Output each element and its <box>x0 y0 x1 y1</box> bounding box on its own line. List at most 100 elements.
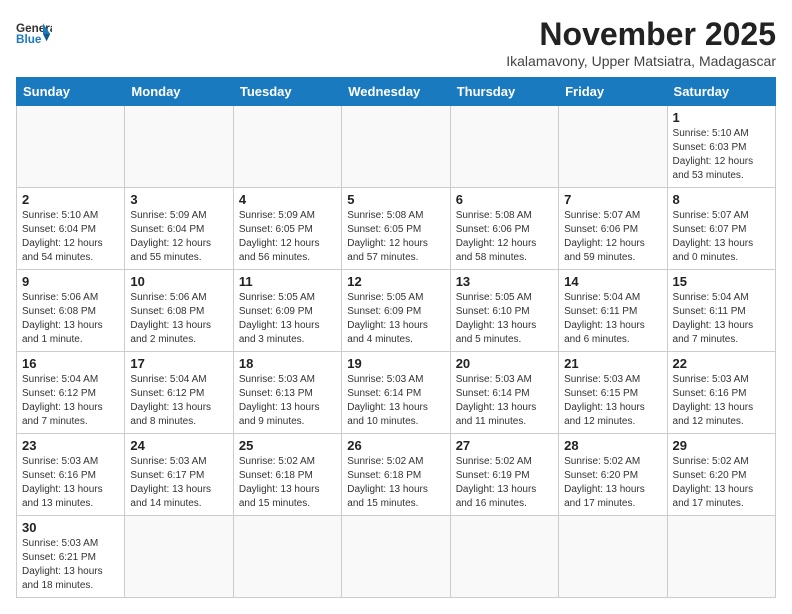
day-info: Sunrise: 5:03 AM Sunset: 6:15 PM Dayligh… <box>564 373 661 429</box>
weekday-header-friday: Friday <box>559 78 667 106</box>
calendar-cell: 29 Sunrise: 5:02 AM Sunset: 6:20 PM Dayli… <box>667 434 775 516</box>
day-number: 4 <box>239 192 336 207</box>
day-info: Sunrise: 5:03 AM Sunset: 6:16 PM Dayligh… <box>673 373 770 429</box>
day-info: Sunrise: 5:02 AM Sunset: 6:20 PM Dayligh… <box>564 455 661 511</box>
day-number: 10 <box>130 274 227 289</box>
day-number: 26 <box>347 438 444 453</box>
day-number: 30 <box>22 520 119 535</box>
day-info: Sunrise: 5:04 AM Sunset: 6:12 PM Dayligh… <box>130 373 227 429</box>
calendar-cell <box>667 516 775 598</box>
weekday-header-wednesday: Wednesday <box>342 78 450 106</box>
day-info: Sunrise: 5:09 AM Sunset: 6:05 PM Dayligh… <box>239 209 336 265</box>
calendar-cell <box>342 106 450 188</box>
day-number: 2 <box>22 192 119 207</box>
day-number: 22 <box>673 356 770 371</box>
calendar-body: 1Sunrise: 5:10 AM Sunset: 6:03 PM Daylig… <box>17 106 776 598</box>
day-number: 25 <box>239 438 336 453</box>
day-info: Sunrise: 5:07 AM Sunset: 6:07 PM Dayligh… <box>673 209 770 265</box>
day-number: 7 <box>564 192 661 207</box>
day-info: Sunrise: 5:03 AM Sunset: 6:17 PM Dayligh… <box>130 455 227 511</box>
calendar-cell <box>233 106 341 188</box>
weekday-header-sunday: Sunday <box>17 78 125 106</box>
calendar-cell <box>17 106 125 188</box>
logo: General Blue <box>16 16 52 52</box>
day-number: 5 <box>347 192 444 207</box>
calendar-cell <box>450 106 558 188</box>
day-info: Sunrise: 5:05 AM Sunset: 6:10 PM Dayligh… <box>456 291 553 347</box>
day-number: 14 <box>564 274 661 289</box>
calendar-cell: 1Sunrise: 5:10 AM Sunset: 6:03 PM Daylig… <box>667 106 775 188</box>
page-header: General Blue November 2025 Ikalamavony, … <box>16 16 776 69</box>
calendar-week-2: 9 Sunrise: 5:06 AM Sunset: 6:08 PM Daylig… <box>17 270 776 352</box>
day-number: 8 <box>673 192 770 207</box>
day-number: 20 <box>456 356 553 371</box>
weekday-header-tuesday: Tuesday <box>233 78 341 106</box>
calendar-cell: 18Sunrise: 5:03 AM Sunset: 6:13 PM Dayli… <box>233 352 341 434</box>
calendar-week-1: 2 Sunrise: 5:10 AM Sunset: 6:04 PM Daylig… <box>17 188 776 270</box>
calendar-cell <box>342 516 450 598</box>
day-info: Sunrise: 5:10 AM Sunset: 6:04 PM Dayligh… <box>22 209 119 265</box>
calendar-cell: 7 Sunrise: 5:07 AM Sunset: 6:06 PM Daylig… <box>559 188 667 270</box>
calendar-cell: 28 Sunrise: 5:02 AM Sunset: 6:20 PM Dayli… <box>559 434 667 516</box>
day-info: Sunrise: 5:07 AM Sunset: 6:06 PM Dayligh… <box>564 209 661 265</box>
logo-icon: General Blue <box>16 16 52 52</box>
calendar-cell: 6Sunrise: 5:08 AM Sunset: 6:06 PM Daylig… <box>450 188 558 270</box>
day-info: Sunrise: 5:03 AM Sunset: 6:13 PM Dayligh… <box>239 373 336 429</box>
day-info: Sunrise: 5:03 AM Sunset: 6:16 PM Dayligh… <box>22 455 119 511</box>
day-info: Sunrise: 5:05 AM Sunset: 6:09 PM Dayligh… <box>347 291 444 347</box>
day-info: Sunrise: 5:03 AM Sunset: 6:14 PM Dayligh… <box>347 373 444 429</box>
calendar-header: SundayMondayTuesdayWednesdayThursdayFrid… <box>17 78 776 106</box>
day-number: 17 <box>130 356 227 371</box>
calendar-cell: 15Sunrise: 5:04 AM Sunset: 6:11 PM Dayli… <box>667 270 775 352</box>
calendar-cell <box>559 516 667 598</box>
day-number: 21 <box>564 356 661 371</box>
calendar-cell <box>233 516 341 598</box>
calendar-cell: 27 Sunrise: 5:02 AM Sunset: 6:19 PM Dayli… <box>450 434 558 516</box>
day-number: 24 <box>130 438 227 453</box>
calendar-cell: 11 Sunrise: 5:05 AM Sunset: 6:09 PM Dayli… <box>233 270 341 352</box>
day-info: Sunrise: 5:04 AM Sunset: 6:11 PM Dayligh… <box>564 291 661 347</box>
day-number: 27 <box>456 438 553 453</box>
calendar-cell: 21 Sunrise: 5:03 AM Sunset: 6:15 PM Dayli… <box>559 352 667 434</box>
day-number: 28 <box>564 438 661 453</box>
calendar-cell: 3Sunrise: 5:09 AM Sunset: 6:04 PM Daylig… <box>125 188 233 270</box>
calendar-cell: 2 Sunrise: 5:10 AM Sunset: 6:04 PM Daylig… <box>17 188 125 270</box>
day-info: Sunrise: 5:02 AM Sunset: 6:18 PM Dayligh… <box>239 455 336 511</box>
calendar-cell: 16Sunrise: 5:04 AM Sunset: 6:12 PM Dayli… <box>17 352 125 434</box>
calendar-cell: 22 Sunrise: 5:03 AM Sunset: 6:16 PM Dayli… <box>667 352 775 434</box>
weekday-header-monday: Monday <box>125 78 233 106</box>
calendar-cell <box>125 106 233 188</box>
day-info: Sunrise: 5:02 AM Sunset: 6:19 PM Dayligh… <box>456 455 553 511</box>
day-info: Sunrise: 5:02 AM Sunset: 6:18 PM Dayligh… <box>347 455 444 511</box>
day-number: 3 <box>130 192 227 207</box>
day-number: 12 <box>347 274 444 289</box>
calendar-cell: 13Sunrise: 5:05 AM Sunset: 6:10 PM Dayli… <box>450 270 558 352</box>
day-number: 23 <box>22 438 119 453</box>
weekday-header-saturday: Saturday <box>667 78 775 106</box>
calendar-cell: 19Sunrise: 5:03 AM Sunset: 6:14 PM Dayli… <box>342 352 450 434</box>
day-info: Sunrise: 5:06 AM Sunset: 6:08 PM Dayligh… <box>22 291 119 347</box>
calendar-cell: 12 Sunrise: 5:05 AM Sunset: 6:09 PM Dayli… <box>342 270 450 352</box>
calendar-cell: 10Sunrise: 5:06 AM Sunset: 6:08 PM Dayli… <box>125 270 233 352</box>
day-number: 11 <box>239 274 336 289</box>
svg-text:Blue: Blue <box>16 33 42 46</box>
weekday-header-row: SundayMondayTuesdayWednesdayThursdayFrid… <box>17 78 776 106</box>
calendar-week-5: 30Sunrise: 5:03 AM Sunset: 6:21 PM Dayli… <box>17 516 776 598</box>
calendar-cell: 23 Sunrise: 5:03 AM Sunset: 6:16 PM Dayli… <box>17 434 125 516</box>
day-info: Sunrise: 5:02 AM Sunset: 6:20 PM Dayligh… <box>673 455 770 511</box>
day-info: Sunrise: 5:05 AM Sunset: 6:09 PM Dayligh… <box>239 291 336 347</box>
calendar-cell <box>559 106 667 188</box>
calendar-cell <box>450 516 558 598</box>
calendar-cell: 8 Sunrise: 5:07 AM Sunset: 6:07 PM Daylig… <box>667 188 775 270</box>
calendar-cell: 9 Sunrise: 5:06 AM Sunset: 6:08 PM Daylig… <box>17 270 125 352</box>
calendar-cell: 4 Sunrise: 5:09 AM Sunset: 6:05 PM Daylig… <box>233 188 341 270</box>
day-number: 1 <box>673 110 770 125</box>
day-info: Sunrise: 5:08 AM Sunset: 6:05 PM Dayligh… <box>347 209 444 265</box>
day-number: 29 <box>673 438 770 453</box>
calendar-cell: 5 Sunrise: 5:08 AM Sunset: 6:05 PM Daylig… <box>342 188 450 270</box>
day-number: 9 <box>22 274 119 289</box>
calendar-cell: 17 Sunrise: 5:04 AM Sunset: 6:12 PM Dayli… <box>125 352 233 434</box>
calendar-week-3: 16Sunrise: 5:04 AM Sunset: 6:12 PM Dayli… <box>17 352 776 434</box>
calendar: SundayMondayTuesdayWednesdayThursdayFrid… <box>16 77 776 598</box>
day-info: Sunrise: 5:08 AM Sunset: 6:06 PM Dayligh… <box>456 209 553 265</box>
